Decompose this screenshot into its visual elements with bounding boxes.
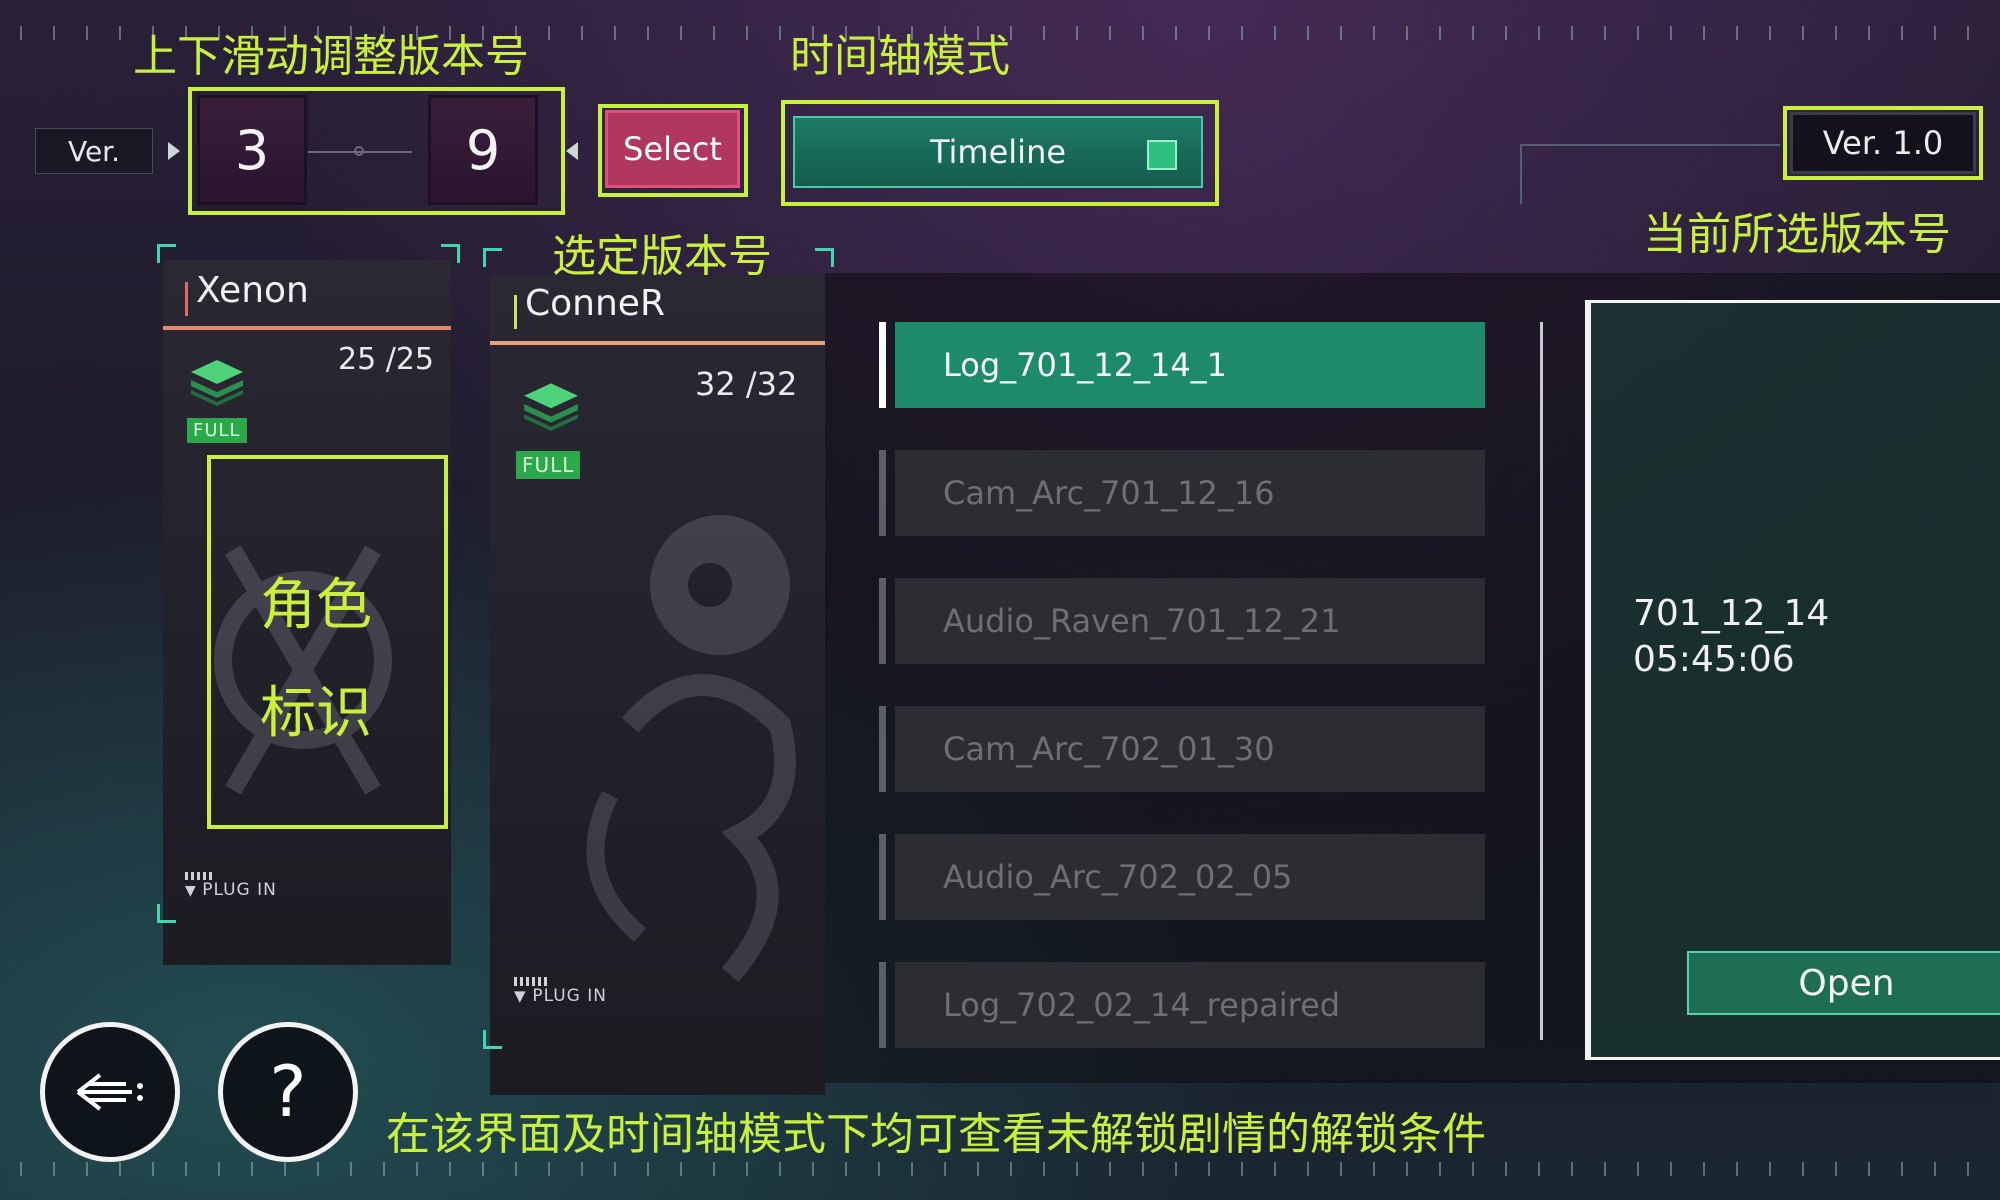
log-item[interactable]: Cam_Arc_702_01_30 <box>879 706 1485 792</box>
log-list-scrollbar[interactable] <box>1540 322 1543 1040</box>
card-name-accent <box>185 282 188 316</box>
current-version-connector <box>1520 144 1780 204</box>
corner-bracket <box>157 244 176 263</box>
log-item-label: Cam_Arc_701_12_16 <box>943 474 1275 512</box>
log-item[interactable]: Audio_Raven_701_12_21 <box>879 578 1485 664</box>
log-item-label: Audio_Arc_702_02_05 <box>943 858 1293 896</box>
open-button-label: Open <box>1798 962 1895 1004</box>
log-item[interactable]: Cam_Arc_701_12_16 <box>879 450 1485 536</box>
corner-bracket <box>157 904 176 923</box>
ver-arrow-right-icon <box>168 142 180 160</box>
annotation-timeline-mode: 时间轴模式 <box>790 31 1010 82</box>
character-emblem <box>550 475 825 995</box>
plugin-label: ▼ PLUG IN <box>185 872 277 900</box>
corner-bracket <box>483 1030 502 1049</box>
log-item-label: Cam_Arc_702_01_30 <box>943 730 1275 768</box>
annotation-character-id-2: 标识 <box>260 681 372 746</box>
character-id-highlight <box>207 455 448 829</box>
back-arrow-icon <box>76 1073 143 1111</box>
detail-panel: 701_12_14 05:45:06 Open <box>1585 300 2000 1060</box>
corner-bracket <box>815 248 834 267</box>
character-card-conner[interactable]: ConneR 32 /32 FULL ▼ PLUG IN <box>490 275 825 1095</box>
annotation-version-slide: 上下滑动调整版本号 <box>133 31 529 82</box>
open-button[interactable]: Open <box>1687 951 2000 1015</box>
completion-count: 32 /32 <box>695 365 798 403</box>
ver-label: Ver. <box>67 134 121 168</box>
log-item-label: Log_701_12_14_1 <box>943 346 1228 384</box>
layers-icon <box>524 383 578 431</box>
log-item[interactable]: Log_701_12_14_1 <box>879 322 1485 408</box>
corner-bracket <box>483 248 502 267</box>
question-icon: ? <box>269 1051 307 1133</box>
log-item-indicator <box>879 578 886 664</box>
completion-count: 25 /25 <box>338 342 434 377</box>
card-divider <box>163 326 451 330</box>
select-highlight <box>598 104 748 197</box>
detail-time: 05:45:06 <box>1633 639 1795 680</box>
annotation-character-id-1: 角色 <box>260 573 372 638</box>
log-item-indicator <box>879 322 886 408</box>
corner-bracket <box>441 244 460 263</box>
bottom-ruler-decoration <box>20 1162 1980 1176</box>
plugin-text: PLUG IN <box>532 986 607 1006</box>
log-item[interactable]: Audio_Arc_702_02_05 <box>879 834 1485 920</box>
plugin-label: ▼ PLUG IN <box>514 977 607 1006</box>
log-item-indicator <box>879 962 886 1048</box>
detail-date: 701_12_14 <box>1633 593 1830 634</box>
log-item-indicator <box>879 834 886 920</box>
card-name-accent <box>514 295 517 329</box>
full-badge: FULL <box>187 418 247 443</box>
version-wheel-highlight <box>188 87 565 215</box>
ver-arrow-left-icon <box>566 142 578 160</box>
back-button[interactable] <box>40 1022 180 1162</box>
log-item-label: Log_702_02_14_repaired <box>943 986 1341 1024</box>
log-item[interactable]: Log_702_02_14_repaired <box>879 962 1485 1048</box>
character-name: ConneR <box>525 283 665 324</box>
plugin-text: PLUG IN <box>202 880 277 900</box>
current-version-highlight <box>1783 106 1983 180</box>
annotation-current-version: 当前所选版本号 <box>1643 209 1951 260</box>
character-name: Xenon <box>196 270 309 311</box>
annotation-footer-note: 在该界面及时间轴模式下均可查看未解锁剧情的解锁条件 <box>386 1109 1486 1160</box>
log-item-indicator <box>879 450 886 536</box>
annotation-select-version: 选定版本号 <box>552 231 772 282</box>
layers-icon <box>191 360 243 406</box>
log-item-indicator <box>879 706 886 792</box>
timeline-highlight <box>781 100 1219 206</box>
ver-label-box: Ver. <box>35 128 153 174</box>
help-button[interactable]: ? <box>218 1022 358 1162</box>
card-divider <box>490 341 825 345</box>
log-item-label: Audio_Raven_701_12_21 <box>943 602 1341 640</box>
